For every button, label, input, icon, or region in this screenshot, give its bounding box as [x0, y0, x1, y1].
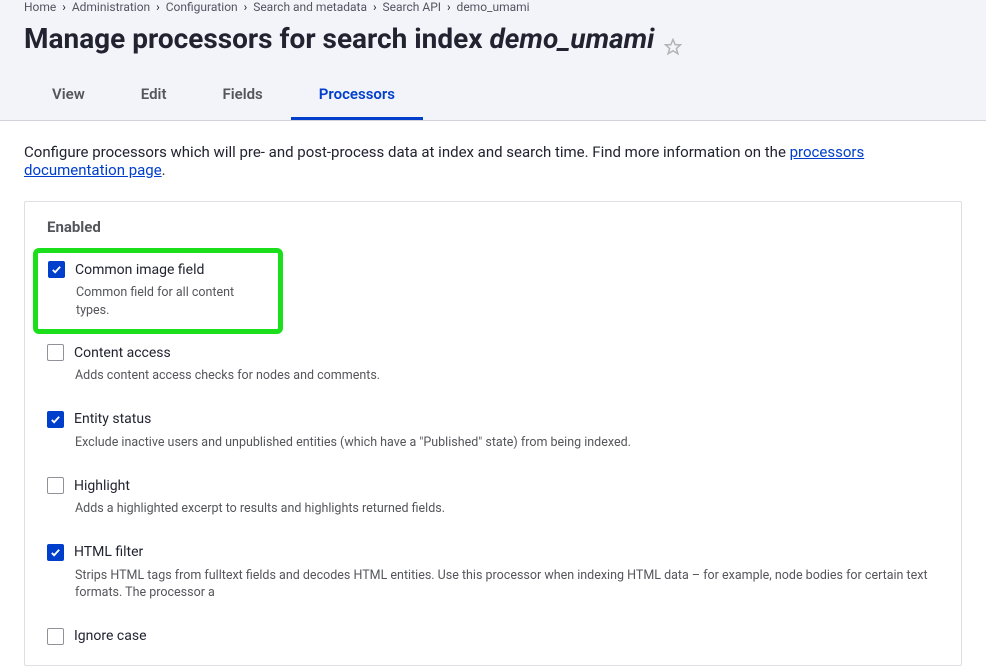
label-content-access[interactable]: Content access: [74, 345, 171, 361]
highlight-annotation: Common image field Common field for all …: [33, 248, 283, 334]
desc-entity-status: Exclude inactive users and unpublished e…: [75, 434, 939, 452]
top-region: Home › Administration › Configuration › …: [0, 0, 986, 121]
intro-after: .: [162, 161, 166, 179]
label-highlight[interactable]: Highlight: [74, 478, 130, 494]
label-entity-status[interactable]: Entity status: [74, 411, 151, 427]
content: Configure processors which will pre- and…: [0, 121, 986, 666]
processor-list: Common image field Common field for all …: [25, 248, 961, 665]
label-ignore-case[interactable]: Ignore case: [74, 628, 147, 644]
intro-text: Configure processors which will pre- and…: [24, 143, 962, 179]
star-icon[interactable]: [664, 30, 682, 48]
desc-content-access: Adds content access checks for nodes and…: [75, 367, 939, 385]
processor-html-filter: HTML filter Strips HTML tags from fullte…: [47, 534, 939, 618]
desc-common-image: Common field for all content types.: [76, 284, 268, 319]
checkbox-ignore-case[interactable]: [47, 628, 64, 645]
intro-before: Configure processors which will pre- and…: [24, 143, 790, 161]
crumb-config[interactable]: Configuration: [166, 0, 238, 14]
tab-processors[interactable]: Processors: [291, 73, 423, 120]
checkbox-html-filter[interactable]: [47, 544, 64, 561]
label-common-image[interactable]: Common image field: [75, 262, 204, 278]
enabled-panel: Enabled Common image field Common field …: [24, 201, 962, 666]
crumb-home[interactable]: Home: [24, 0, 56, 14]
processor-content-access: Content access Adds content access check…: [47, 334, 939, 401]
checkbox-common-image[interactable]: [48, 261, 65, 278]
checkbox-highlight[interactable]: [47, 477, 64, 494]
crumb-admin[interactable]: Administration: [72, 0, 150, 14]
tab-edit[interactable]: Edit: [113, 73, 195, 120]
page-title-prefix: Manage processors for search index: [24, 22, 489, 55]
desc-html-filter: Strips HTML tags from fulltext fields an…: [75, 567, 939, 602]
label-html-filter[interactable]: HTML filter: [74, 544, 143, 560]
processor-ignore-case: Ignore case: [47, 618, 939, 645]
panel-header: Enabled: [25, 202, 961, 252]
processor-highlight: Highlight Adds a highlighted excerpt to …: [47, 467, 939, 534]
crumb-search-api[interactable]: Search API: [383, 0, 442, 14]
page-title-index: demo_umami: [489, 22, 654, 55]
tab-fields[interactable]: Fields: [195, 73, 291, 120]
checkbox-entity-status[interactable]: [47, 411, 64, 428]
tabs: View Edit Fields Processors: [24, 73, 962, 120]
checkbox-content-access[interactable]: [47, 344, 64, 361]
tab-view[interactable]: View: [24, 73, 113, 120]
processor-entity-status: Entity status Exclude inactive users and…: [47, 401, 939, 468]
crumb-index[interactable]: demo_umami: [457, 0, 530, 14]
desc-highlight: Adds a highlighted excerpt to results an…: [75, 500, 939, 518]
page-title: Manage processors for search index demo_…: [24, 18, 962, 73]
crumb-search-meta[interactable]: Search and metadata: [253, 0, 367, 14]
breadcrumb: Home › Administration › Configuration › …: [24, 0, 962, 18]
